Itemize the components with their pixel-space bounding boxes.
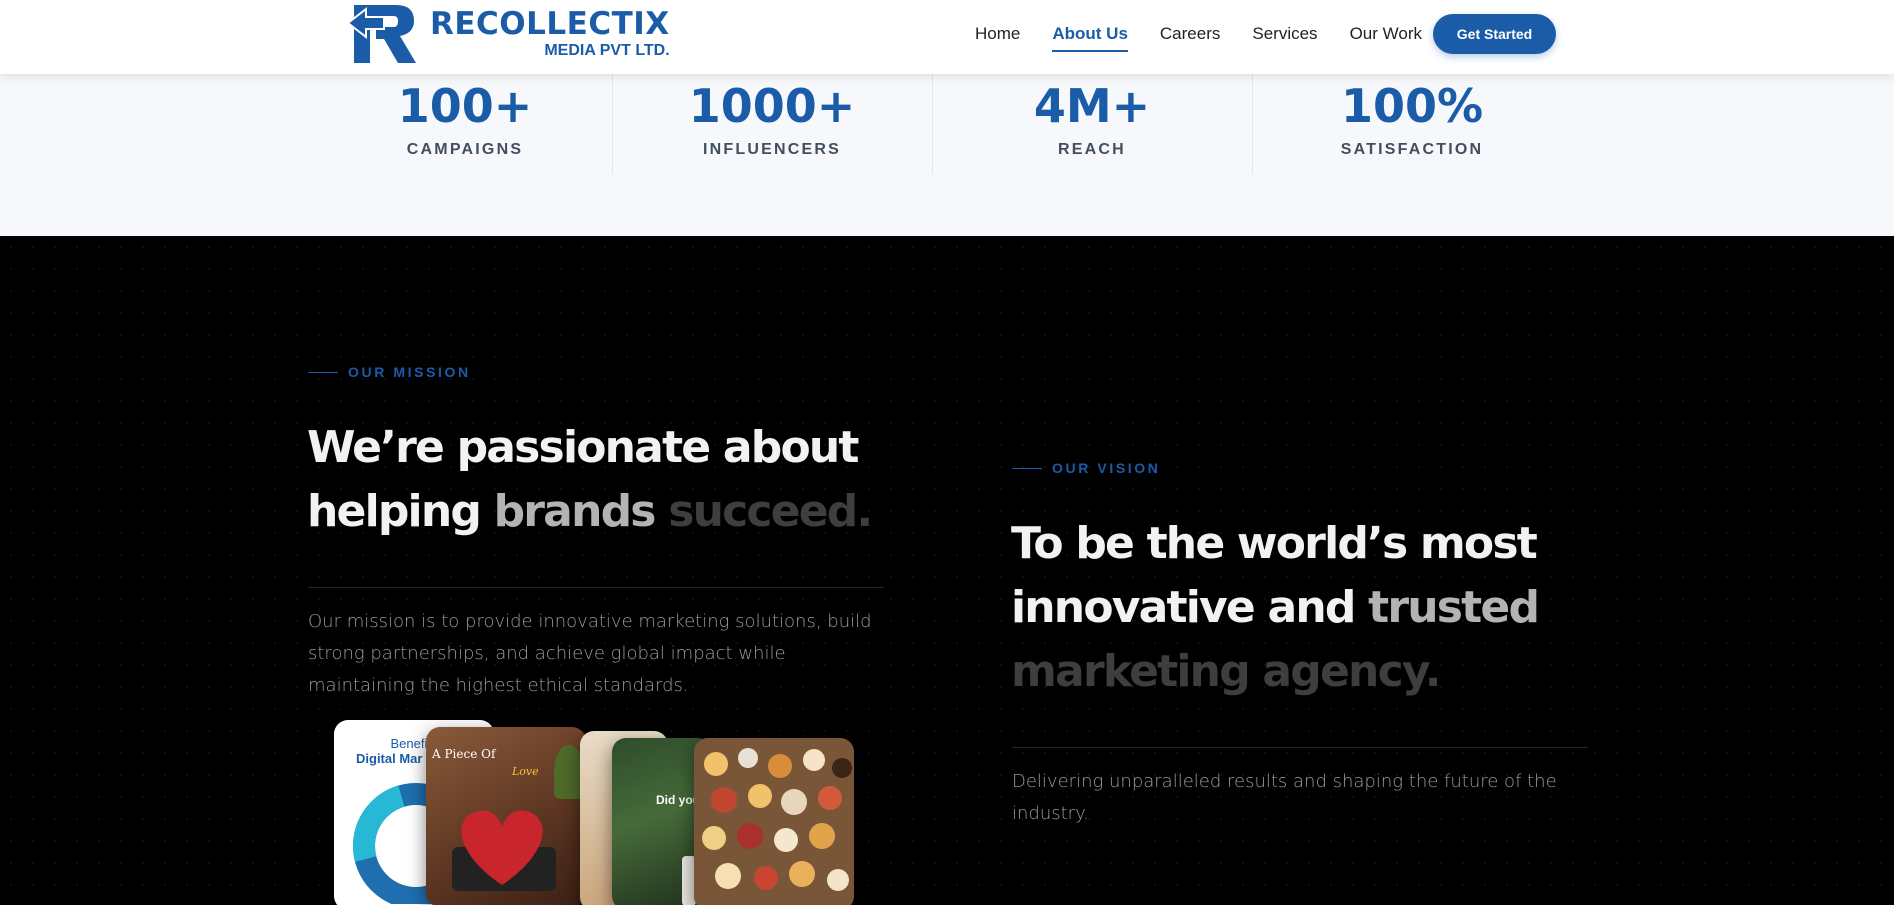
stat-label: INFLUENCERS (703, 141, 841, 158)
nav-careers[interactable]: Careers (1160, 24, 1220, 44)
vision-text: Delivering unparalleled results and shap… (1012, 771, 1557, 824)
eyebrow-line (1012, 467, 1042, 469)
mission-text: Our mission is to provide innovative mar… (308, 611, 872, 696)
logo-text: RECOLLECTIX MEDIA PVT LTD. (430, 9, 670, 59)
brand-subtitle: MEDIA PVT LTD. (544, 42, 670, 59)
stat-satisfaction: 100% SATISFACTION (1252, 74, 1572, 174)
nav-home[interactable]: Home (975, 24, 1020, 44)
stat-campaigns: 100+ CAMPAIGNS (305, 74, 625, 174)
vision-heading-line1: To be the world’s most (1011, 518, 1538, 569)
stat-reach: 4M+ REACH (932, 74, 1252, 174)
stat-value: 100% (1340, 79, 1484, 133)
mission-heading: We’re passionate about helping brands su… (307, 416, 907, 544)
collage-card-cake[interactable]: A Piece Of Love (426, 727, 586, 905)
stat-label: SATISFACTION (1340, 141, 1484, 158)
get-started-button[interactable]: Get Started (1433, 14, 1556, 54)
desserts-pattern-icon (694, 738, 854, 905)
logo-mark-icon (346, 5, 416, 63)
mission-vision-section: OUR MISSION We’re passionate about helpi… (0, 236, 1894, 905)
mission-heading-line1: We’re passionate about (307, 422, 859, 473)
heart-cake-icon (452, 810, 556, 891)
stat-label: CAMPAIGNS (406, 141, 524, 158)
card2-script: Love (512, 765, 539, 778)
vision-heading-line2-start: innovative and (1011, 582, 1369, 633)
stat-value: 4M+ (1033, 79, 1151, 133)
stat-label: REACH (1058, 141, 1126, 158)
nav-services[interactable]: Services (1252, 24, 1317, 44)
site-header: RECOLLECTIX MEDIA PVT LTD. Home About Us… (0, 0, 1894, 74)
mission-eyebrow-label: OUR MISSION (348, 364, 471, 380)
stats-section: 100+ CAMPAIGNS 1000+ INFLUENCERS 4M+ REA… (0, 74, 1894, 236)
vision-eyebrow: OUR VISION (1012, 460, 1160, 476)
stat-value: 1000+ (688, 79, 856, 133)
vision-heading-trusted: trusted (1368, 582, 1540, 633)
main-nav: Home About Us Careers Services Our Work (975, 0, 1454, 68)
vision-heading: To be the world’s most innovative and tr… (1011, 512, 1611, 704)
vision-eyebrow-label: OUR VISION (1052, 460, 1161, 476)
mission-eyebrow: OUR MISSION (308, 364, 471, 380)
stat-influencers: 1000+ INFLUENCERS (612, 74, 932, 174)
mission-heading-line2-start: helping (307, 486, 494, 537)
mission-divider (308, 587, 884, 588)
nav-our-work[interactable]: Our Work (1350, 24, 1422, 44)
card2-title: A Piece Of (432, 747, 496, 761)
brand-logo[interactable]: RECOLLECTIX MEDIA PVT LTD. (344, 0, 670, 68)
vision-heading-line3: marketing agency. (1011, 646, 1441, 697)
mission-heading-succeed: succeed. (654, 486, 873, 537)
stat-value: 100+ (397, 79, 533, 133)
collage-card-desserts[interactable] (694, 738, 854, 905)
nav-about-us[interactable]: About Us (1052, 24, 1128, 52)
vision-divider (1012, 747, 1588, 748)
mission-heading-brands: brands (493, 486, 657, 537)
eyebrow-line (308, 371, 338, 373)
brand-name: RECOLLECTIX (430, 6, 670, 42)
